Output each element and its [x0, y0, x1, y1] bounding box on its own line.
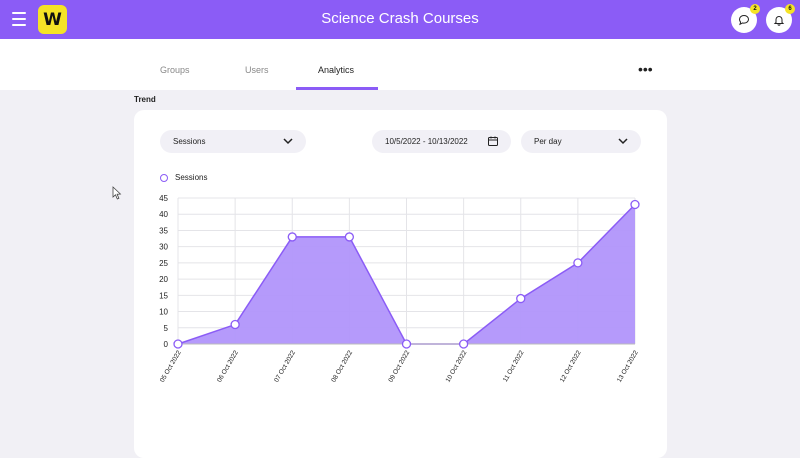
- data-point: [573, 258, 583, 268]
- y-tick-label: 30: [159, 243, 168, 252]
- x-tick-label: 11 Oct 2022: [502, 349, 526, 383]
- metric-select[interactable]: Sessions: [160, 130, 306, 153]
- more-options-icon[interactable]: •••: [638, 62, 653, 76]
- data-point: [516, 293, 526, 304]
- y-tick-label: 5: [164, 324, 169, 333]
- trend-card: 0 5 10 15 20 25 30 35 40 45 05 Oct 2022 06 Oct 2022…: [134, 110, 667, 458]
- y-tick-label: 15: [159, 291, 168, 300]
- x-tick-label: 05 Oct 2022: [159, 349, 183, 384]
- data-point: [173, 339, 183, 349]
- x-tick-label: 10 Oct 2022: [445, 349, 469, 384]
- x-tick-label: 13 Oct 2022: [616, 349, 640, 384]
- tab-bar: Groups Users Analytics •••: [0, 39, 800, 90]
- chat-count-badge: 2: [750, 4, 760, 14]
- y-tick-label: 20: [159, 275, 168, 284]
- data-point: [630, 199, 640, 210]
- date-range-value: 10/5/2022 - 10/13/2022: [385, 137, 468, 146]
- app-title: Science Crash Courses: [321, 10, 479, 27]
- chevron-down-icon: [283, 138, 293, 145]
- y-tick-label: 25: [159, 259, 168, 268]
- y-tick-label: 45: [159, 194, 168, 203]
- date-range-picker[interactable]: 10/5/2022 - 10/13/2022: [372, 130, 511, 153]
- x-tick-label: 08 Oct 2022: [330, 349, 354, 384]
- chevron-down-icon: [618, 138, 628, 145]
- metric-select-value: Sessions: [173, 137, 206, 146]
- active-tab-indicator: [296, 87, 378, 90]
- sessions-chart: 0 5 10 15 20 25 30 35 40 45 05 Oct 2022 06 Oct 2022…: [159, 194, 640, 384]
- chart-legend-sessions[interactable]: Sessions: [160, 173, 207, 182]
- notifications-button[interactable]: 6: [766, 4, 795, 33]
- section-title: Trend: [134, 95, 156, 104]
- interval-select[interactable]: Per day: [521, 130, 641, 153]
- x-tick-label: 06 Oct 2022: [216, 349, 240, 384]
- legend-label: Sessions: [175, 173, 208, 182]
- x-tick-label: 12 Oct 2022: [559, 349, 583, 384]
- chat-icon: [738, 14, 750, 26]
- y-tick-label: 40: [159, 210, 168, 219]
- y-tick-label: 35: [159, 226, 168, 235]
- y-tick-label: 0: [164, 340, 169, 349]
- calendar-icon: [488, 136, 498, 146]
- x-tick-label: 07 Oct 2022: [273, 349, 297, 384]
- notification-count-badge: 6: [785, 4, 795, 14]
- chat-button[interactable]: 2: [731, 4, 760, 33]
- mouse-cursor-icon: [112, 186, 122, 200]
- legend-marker: [160, 173, 168, 182]
- data-point: [230, 319, 240, 330]
- x-tick-label: 09 Oct 2022: [387, 349, 411, 384]
- bell-icon: [773, 16, 785, 26]
- data-point: [458, 339, 469, 349]
- data-point: [401, 339, 412, 349]
- data-point: [344, 232, 355, 242]
- data-point: [287, 232, 297, 242]
- tab-users[interactable]: Users: [245, 65, 269, 75]
- interval-select-value: Per day: [534, 137, 562, 146]
- tab-groups[interactable]: Groups: [160, 65, 190, 75]
- top-app-bar: W Science Crash Courses 2 6: [0, 0, 800, 39]
- tab-analytics[interactable]: Analytics: [318, 65, 354, 75]
- y-tick-label: 10: [159, 308, 168, 317]
